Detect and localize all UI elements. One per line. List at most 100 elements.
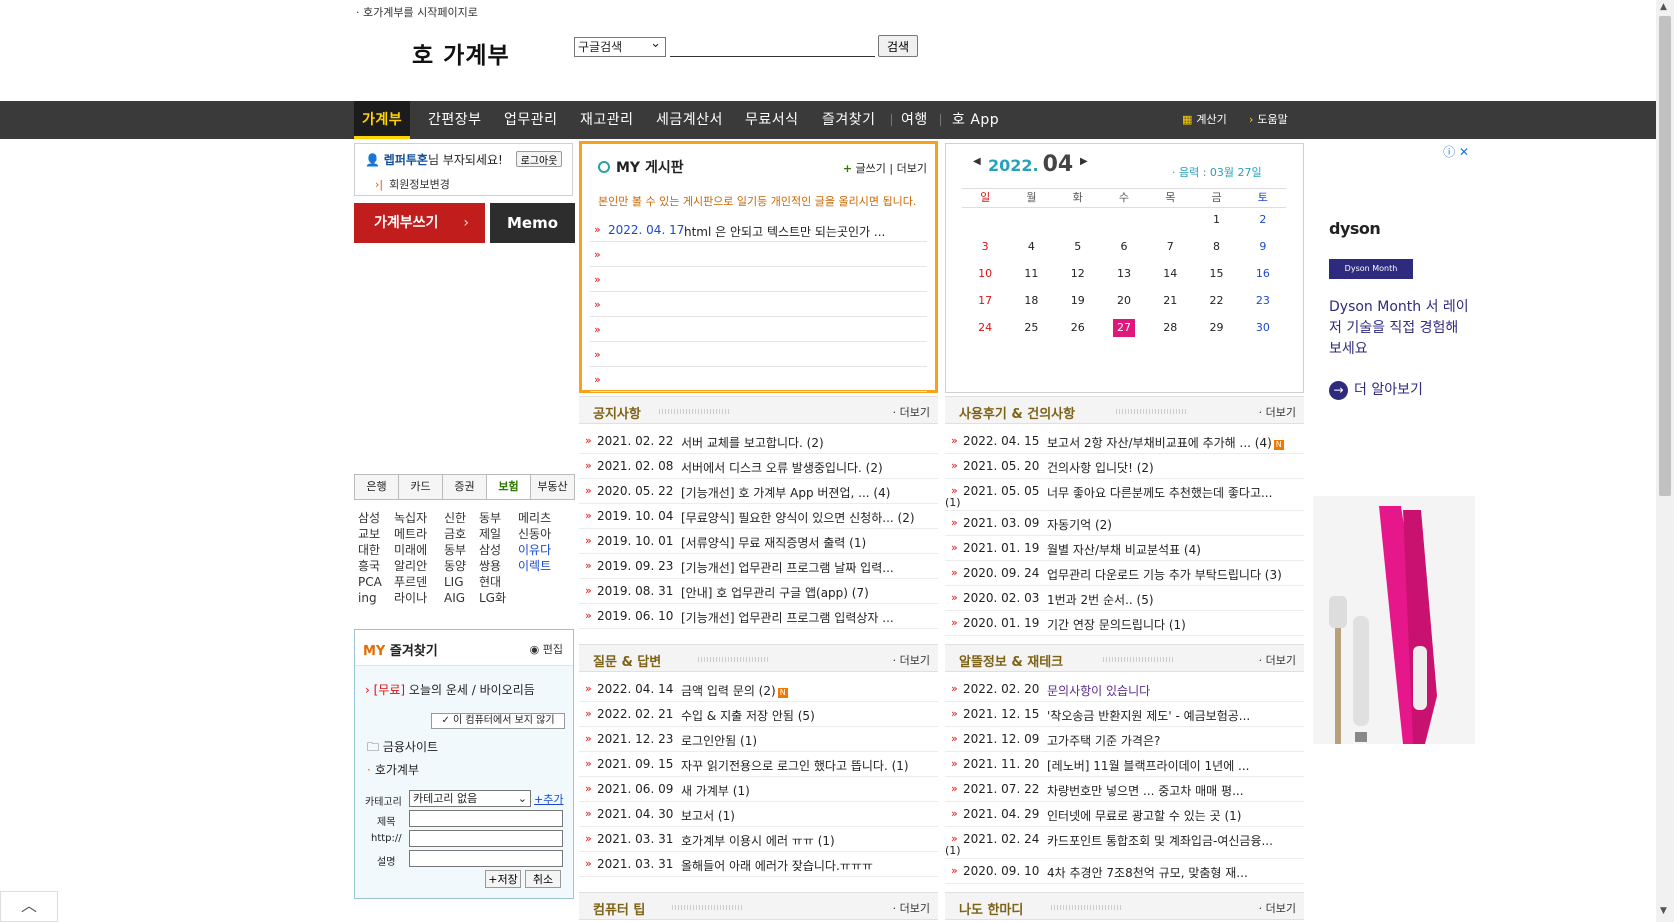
insurance-company-link[interactable]: PCA [358, 574, 382, 590]
list-item[interactable]: » 2020. 02. 03 1번과 2번 순서.. (5) [945, 586, 1304, 611]
list-item[interactable]: » 2021. 12. 23 로그인안됨 (1) [579, 727, 938, 752]
calendar-day[interactable]: 1 [1193, 210, 1239, 237]
insurance-company-link[interactable]: 대한 [358, 542, 380, 558]
calendar-day[interactable]: 20 [1101, 291, 1147, 318]
item-title[interactable]: 카드포인트 통합조회 및 계좌입금-여신금융... [1047, 832, 1273, 849]
calendar-day[interactable]: 18 [1008, 291, 1054, 318]
item-title[interactable]: 보고서 2항 자산/부채비교표에 추가해 ... (4) N [1047, 434, 1284, 451]
insurance-company-link[interactable]: 제일 [479, 526, 501, 542]
section-more-link[interactable]: · 더보기 [1259, 404, 1296, 420]
calendar-day[interactable]: 4 [1008, 237, 1054, 264]
item-title[interactable]: 4차 추경안 7조8천억 규모, 맞춤형 재... [1047, 864, 1248, 881]
list-item[interactable]: » 2021. 02. 08 서버에서 디스크 오류 발생중입니다. (2) [579, 454, 938, 479]
list-item[interactable]: » 2021. 03. 31 올해들어 아래 에러가 잦습니다.ㅠㅠㅠ [579, 852, 938, 877]
nav-item-simple-book[interactable]: 간편장부 [420, 101, 490, 139]
section-more-link[interactable]: · 더보기 [1259, 900, 1296, 916]
calendar-day[interactable]: 8 [1193, 237, 1239, 264]
list-item[interactable]: » 2021. 12. 15 '착오송금 반환지원 제도' - 예금보험공... [945, 702, 1304, 727]
calendar-day[interactable]: 17 [962, 291, 1008, 318]
calculator-link[interactable]: ▦ 계산기 [1182, 101, 1227, 139]
calendar-day[interactable]: 3 [962, 237, 1008, 264]
tab-bank[interactable]: 은행 [355, 475, 399, 499]
description-input[interactable] [409, 850, 563, 867]
cancel-button[interactable]: 취소 [525, 870, 561, 888]
insurance-company-link[interactable]: 교보 [358, 526, 380, 542]
calendar-day[interactable]: 16 [1240, 264, 1286, 291]
list-item[interactable]: » 2019. 08. 31 [안내] 호 업무관리 구글 앱(app) (7) [579, 579, 938, 604]
site-logo[interactable]: 호 가계부 [412, 36, 510, 70]
item-title[interactable]: 로그인안됨 (1) [681, 732, 757, 749]
insurance-company-link[interactable]: 신한 [444, 510, 466, 526]
insurance-company-link[interactable]: 동부 [479, 510, 501, 526]
insurance-company-link[interactable]: 동부 [444, 542, 466, 558]
item-title[interactable]: 서버에서 디스크 오류 발생중입니다. (2) [681, 459, 883, 476]
nav-item-ledger[interactable]: 가계부 [354, 101, 411, 139]
item-title[interactable]: 차량번호만 넣으면 ... 중고차 매매 평... [1047, 782, 1244, 799]
list-item[interactable]: » 2019. 10. 01 [서류양식] 무료 재직증명서 출력 (1) [579, 529, 938, 554]
folder-finance-sites[interactable]: 🗀 금융사이트 [367, 738, 438, 759]
insurance-company-link[interactable]: 쌍용 [479, 558, 501, 574]
insurance-company-link[interactable]: LG화 [479, 590, 506, 606]
calendar-day[interactable]: 21 [1147, 291, 1193, 318]
item-title[interactable]: 금액 입력 문의 (2) N [681, 682, 788, 699]
title-input[interactable] [409, 810, 563, 827]
edit-favorites-link[interactable]: ◉ 편집 [530, 641, 563, 657]
item-title[interactable]: 너무 좋아요 다른분께도 추천했는데 좋다고... [1047, 484, 1272, 501]
post-title[interactable]: html 은 안되고 텍스트만 되는곳인가 ... [684, 223, 885, 240]
item-title[interactable]: [기능개선] 호 가계부 App 버젼업, ... (4) [681, 484, 890, 501]
item-title[interactable]: 자동기억 (2) [1047, 516, 1112, 533]
calendar-day[interactable]: 29 [1193, 318, 1239, 345]
list-item[interactable]: » 2020. 09. 10 4차 추경안 7조8천억 규모, 맞춤형 재... [945, 859, 1304, 884]
scroll-up-icon[interactable]: ▲ [1660, 2, 1667, 12]
scroll-to-top-button[interactable]: ︿ [0, 891, 58, 922]
list-item[interactable]: » 2021. 11. 20 [레노버] 11월 블랙프라이데이 1년에 ... [945, 752, 1304, 777]
item-title[interactable]: [기능개선] 업무관리 프로그램 날짜 입력... [681, 559, 894, 576]
insurance-company-link[interactable]: 메트라 [394, 526, 427, 542]
biorhythm-link[interactable]: 바이오리듬 [480, 683, 535, 697]
item-title[interactable]: 업무관리 다운로드 기능 추가 부탁드립니다 (3) [1047, 566, 1282, 583]
list-item[interactable]: » 2021. 12. 09 고가주택 기준 가격은? [945, 727, 1304, 752]
calendar-day[interactable]: 6 [1101, 237, 1147, 264]
list-item[interactable]: » 2021. 03. 31 호가계부 이용시 에러 ㅠㅠ (1) [579, 827, 938, 852]
insurance-company-link[interactable]: 삼성 [358, 510, 380, 526]
ad-choices-icon[interactable]: ⓘ ✕ [1443, 143, 1469, 160]
insurance-company-link[interactable]: LIG [444, 574, 464, 590]
item-title[interactable]: 기간 연장 문의드립니다 (1) [1047, 616, 1186, 633]
calendar-day[interactable]: 26 [1055, 318, 1101, 345]
insurance-company-link[interactable]: 미래에 [394, 542, 427, 558]
list-item[interactable]: » 2022. 02. 20 문의사항이 있습니다 [945, 677, 1304, 702]
calendar-day[interactable]: 25 [1008, 318, 1054, 345]
calendar-day[interactable]: 5 [1055, 237, 1101, 264]
item-title[interactable]: '착오송금 반환지원 제도' - 예금보험공... [1047, 707, 1250, 724]
today-marker[interactable]: 27 [1112, 319, 1135, 337]
my-board-row[interactable]: » [590, 342, 927, 367]
item-title[interactable]: 호가계부 이용시 에러 ㅠㅠ (1) [681, 832, 835, 849]
list-item[interactable]: » 2021. 06. 09 새 가계부 (1) [579, 777, 938, 802]
insurance-company-link[interactable]: 금호 [444, 526, 466, 542]
start-page-link[interactable]: · 호가계부를 시작페이지로 [356, 4, 478, 20]
write-link[interactable]: 글쓰기 [856, 162, 886, 175]
item-title[interactable]: 고가주택 기준 가격은? [1047, 732, 1160, 749]
insurance-company-link[interactable]: 녹십자 [394, 510, 427, 526]
list-item[interactable]: » 2021. 02. 22 서버 교체를 보고합니다. (2) [579, 429, 938, 454]
item-title[interactable]: 올해들어 아래 에러가 잦습니다.ㅠㅠㅠ [681, 857, 873, 874]
list-item[interactable]: » 2022. 04. 15 보고서 2항 자산/부채비교표에 추가해 ... (4… [945, 429, 1304, 454]
search-engine-select[interactable]: 구글검색 [574, 35, 666, 57]
item-title[interactable]: 문의사항이 있습니다 [1047, 682, 1150, 699]
calendar-day[interactable]: 30 [1240, 318, 1286, 345]
my-board-row[interactable]: » [590, 367, 927, 392]
list-item[interactable]: » 2022. 02. 21 수입 & 지출 저장 안됨 (5) [579, 702, 938, 727]
memo-button[interactable]: Memo [490, 203, 575, 243]
calendar-day[interactable]: 11 [1008, 264, 1054, 291]
my-board-row[interactable]: » [590, 292, 927, 317]
fortune-link[interactable]: 오늘의 운세 [409, 683, 468, 697]
item-title[interactable]: 1번과 2번 순서.. (5) [1047, 591, 1154, 608]
vertical-scrollbar[interactable]: ▲ ▼ [1656, 0, 1674, 922]
item-title[interactable]: [서류양식] 무료 재직증명서 출력 (1) [681, 534, 866, 551]
list-item[interactable]: » 2020. 05. 22 [기능개선] 호 가계부 App 버젼업, ... (… [579, 479, 938, 504]
list-item[interactable]: » 2021. 07. 22 차량번호만 넣으면 ... 중고차 매매 평... [945, 777, 1304, 802]
insurance-company-link[interactable]: 메리츠 [518, 510, 551, 526]
scroll-down-icon[interactable]: ▼ [1660, 906, 1667, 916]
insurance-company-link[interactable]: AIG [444, 590, 465, 606]
dont-show-checkbox[interactable]: ✓ 이 컴퓨터에서 보지 않기 [431, 713, 565, 729]
